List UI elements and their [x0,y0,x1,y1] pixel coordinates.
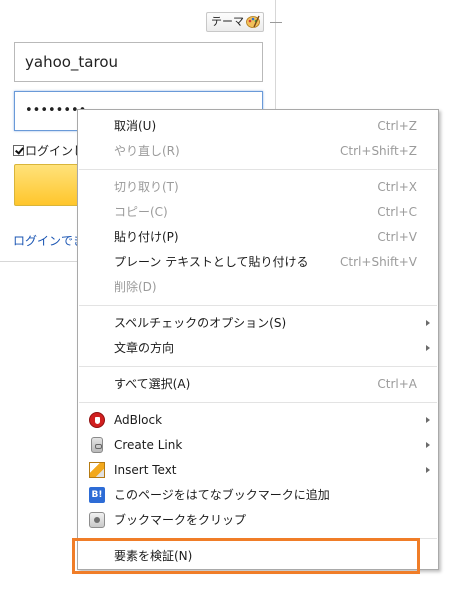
menu-item-insert-text[interactable]: Insert Text [78,458,438,482]
menu-item-label: Create Link [114,438,183,452]
menu-separator [79,402,437,403]
menu-item-paste-plain-text[interactable]: プレーン テキストとして貼り付ける Ctrl+Shift+V [78,250,438,274]
menu-item-clip-bookmark[interactable]: ブックマークをクリップ [78,508,438,532]
submenu-arrow-icon [426,320,430,326]
menu-item-select-all[interactable]: すべて選択(A) Ctrl+A [78,372,438,396]
menu-item-spellcheck-options[interactable]: スペルチェックのオプション(S) [78,311,438,335]
submenu-arrow-icon [426,345,430,351]
menu-item-label: 取消(U) [114,119,157,133]
submenu-arrow-icon [426,442,430,448]
menu-item-label: ブックマークをクリップ [114,513,247,527]
divider [270,22,282,23]
palette-icon [246,15,260,28]
username-field[interactable]: yahoo_tarou [14,42,263,82]
menu-item-create-link[interactable]: Create Link [78,433,438,457]
menu-item-shortcut: Ctrl+C [377,205,417,219]
menu-item-label: スペルチェックのオプション(S) [114,316,287,330]
context-menu: 取消(U) Ctrl+Z やり直し(R) Ctrl+Shift+Z 切り取り(T… [77,109,439,570]
menu-item-hatena-bookmark[interactable]: B! このページをはてなブックマークに追加 [78,483,438,507]
menu-item-shortcut: Ctrl+V [377,230,417,244]
menu-item-copy[interactable]: コピー(C) Ctrl+C [78,200,438,224]
menu-item-label: AdBlock [114,413,163,427]
menu-item-shortcut: Ctrl+Shift+Z [340,144,417,158]
menu-item-label: プレーン テキストとして貼り付ける [114,255,309,269]
menu-separator [79,366,437,367]
menu-item-label: やり直し(R) [114,144,180,158]
menu-separator [79,538,437,539]
menu-item-label: 要素を検証(N) [114,549,193,563]
menu-separator [79,169,437,170]
menu-item-inspect-element[interactable]: 要素を検証(N) [78,544,438,568]
menu-item-label: 文章の方向 [114,341,175,355]
clip-icon [89,512,105,528]
menu-item-adblock[interactable]: AdBlock [78,408,438,432]
remember-login-row[interactable]: ログインし [13,140,86,158]
menu-item-label: Insert Text [114,463,177,477]
login-help-link[interactable]: ログインでき [13,232,85,249]
menu-item-text-direction[interactable]: 文章の方向 [78,336,438,360]
menu-item-shortcut: Ctrl+X [377,180,417,194]
pencil-icon [89,462,105,478]
menu-item-shortcut: Ctrl+Shift+V [340,255,417,269]
menu-separator [79,305,437,306]
menu-item-label: 貼り付け(P) [114,230,179,244]
menu-item-label: すべて選択(A) [114,377,191,391]
adblock-icon [89,412,105,428]
menu-item-redo[interactable]: やり直し(R) Ctrl+Shift+Z [78,139,438,163]
submenu-arrow-icon [426,467,430,473]
menu-item-label: このページをはてなブックマークに追加 [114,488,330,502]
menu-item-shortcut: Ctrl+A [377,377,417,391]
link-icon [91,437,103,453]
submenu-arrow-icon [426,417,430,423]
remember-login-checkbox[interactable] [13,145,24,156]
hatena-bookmark-icon: B! [89,487,105,503]
menu-item-label: 削除(D) [114,280,157,294]
menu-item-label: 切り取り(T) [114,180,179,194]
theme-button-label: テーマ [211,15,244,28]
theme-button[interactable]: テーマ [206,12,264,32]
menu-item-undo[interactable]: 取消(U) Ctrl+Z [78,114,438,138]
menu-item-delete[interactable]: 削除(D) [78,275,438,299]
menu-item-shortcut: Ctrl+Z [377,119,417,133]
menu-item-label: コピー(C) [114,205,168,219]
menu-item-paste[interactable]: 貼り付け(P) Ctrl+V [78,225,438,249]
menu-item-cut[interactable]: 切り取り(T) Ctrl+X [78,175,438,199]
remember-login-label: ログインし [25,144,86,158]
